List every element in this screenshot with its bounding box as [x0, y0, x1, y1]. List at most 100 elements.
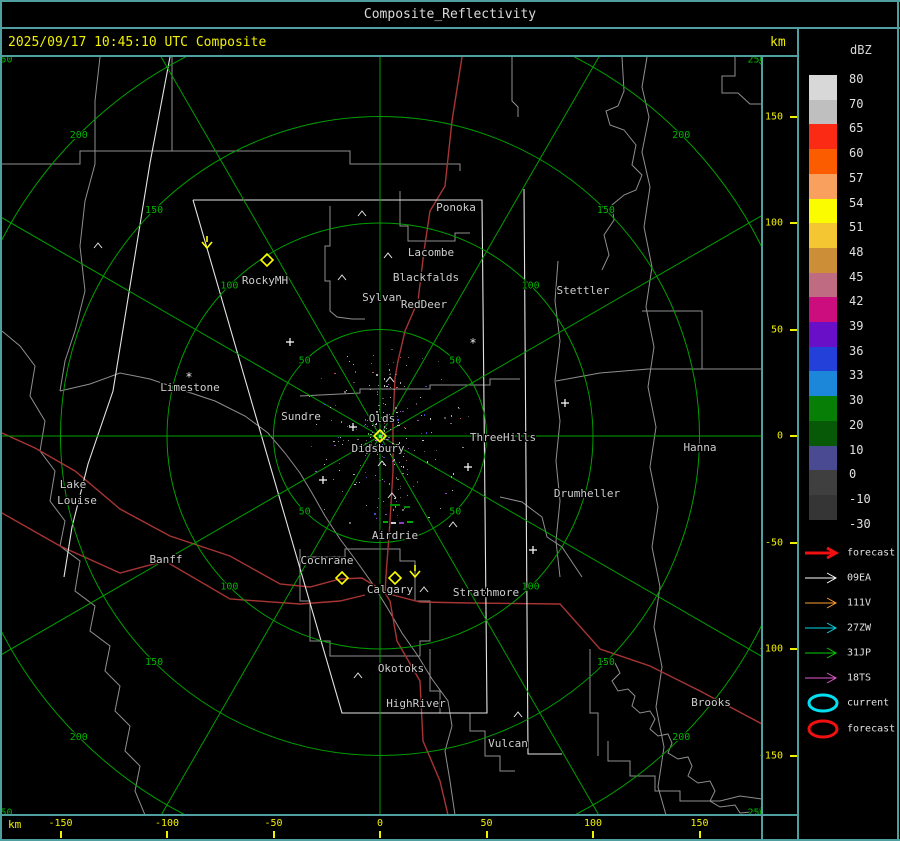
bottom-distance-axis: km -150 -100 -50 0 50 100 150: [0, 816, 798, 839]
colorbar-label: 60: [849, 146, 864, 161]
colorbar-block-48: [809, 247, 837, 274]
radar-echo-speckle: [417, 481, 418, 483]
radar-echo-speckle: [341, 421, 342, 423]
map-boundary-line: [399, 191, 470, 242]
map-boundary-line: [299, 378, 520, 397]
colorbar-label: 36: [849, 343, 864, 358]
radar-echo-speckle: [382, 479, 383, 480]
radar-echo-speckle: [380, 439, 381, 440]
radar-echo-speckle: [388, 384, 389, 385]
bottom-axis-tick-label: 0: [376, 818, 384, 829]
radar-echo-speckle: [324, 509, 325, 510]
city-label: RockyMH: [242, 274, 288, 287]
map-boundary-line: [172, 150, 461, 171]
legend-arrow-icon: [803, 643, 847, 667]
radar-echo-speckle: [445, 493, 447, 494]
radar-echo-speckle: [334, 373, 336, 374]
range-ring-label: 150: [145, 657, 163, 668]
city-label: Hanna: [683, 441, 716, 454]
asterisk-marker: *: [469, 336, 476, 350]
radar-echo-speckle: [369, 385, 370, 386]
radar-echo-speckle: [452, 490, 453, 491]
radar-echo-speckle: [344, 391, 346, 393]
legend-label: 27ZW: [847, 622, 872, 634]
radar-echo-speckle: [356, 429, 357, 430]
legend-arrow-icon: [803, 668, 847, 692]
radar-echo-speckle: [386, 428, 387, 429]
radar-echo-speckle: [349, 425, 350, 426]
city-label: HighRiver: [386, 697, 446, 710]
radar-echo-speckle: [398, 425, 400, 426]
radar-echo-speckle: [378, 405, 380, 406]
city-label: Banff: [149, 553, 182, 566]
range-ring-label: 250: [2, 57, 12, 65]
radar-echo-speckle: [396, 387, 398, 388]
ellipse-icon: [807, 719, 839, 739]
radar-echo-speckle: [324, 404, 325, 405]
radar-echo-speckle: [403, 466, 404, 468]
radar-echo-speckle: [330, 407, 331, 408]
radar-echo-speckle: [396, 501, 397, 502]
bottom-axis-tick-label: 150: [690, 818, 709, 829]
radar-echo-speckle: [395, 506, 396, 507]
radar-echo-speckle: [372, 372, 374, 373]
radar-echo-speckle: [427, 461, 428, 463]
radar-echo-speckle: [396, 477, 397, 479]
radar-echo-speckle: [389, 369, 390, 371]
arrow-icon: [805, 546, 840, 560]
caret-marker: [337, 274, 347, 281]
legend-item-forecast: forecast: [799, 543, 898, 563]
radar-echo-speckle: [370, 434, 372, 435]
city-label: Calgary: [367, 583, 414, 596]
radar-echo-speckle: [417, 420, 419, 421]
map-bottom-border-line: [0, 814, 798, 816]
radar-echo-speckle: [339, 463, 340, 464]
colorbar-label: 10: [849, 442, 864, 457]
radar-echo-speckle: [383, 403, 384, 404]
radar-echo-speckle: [399, 462, 400, 463]
city-label: Ponoka: [436, 201, 476, 214]
radar-echo-speckle: [374, 513, 376, 515]
ellipse-icon: [807, 693, 839, 713]
radar-echo-speckle: [390, 373, 391, 374]
range-ring-label: 150: [145, 205, 163, 216]
radar-viewer-window: Composite_Reflectivity 2025/09/17 10:45:…: [0, 0, 900, 841]
radar-echo-speckle: [365, 455, 366, 456]
radar-map-canvas[interactable]: 50 50 50 50 100 100 100 100 150 150 150 150 200 200 20…: [2, 57, 761, 814]
radar-echo-speckle: [355, 371, 356, 373]
radar-echo-speckle: [420, 397, 421, 398]
legend-arrow-icon: [803, 618, 847, 642]
radar-echo-speckle: [335, 405, 336, 406]
radar-echo-speckle: [379, 480, 381, 481]
range-ring-label: 100: [522, 280, 540, 291]
range-ring-label: 200: [70, 130, 88, 141]
city-label: Vulcan: [488, 737, 528, 750]
radar-echo-speckle: [365, 424, 366, 425]
radar-echo-speckle: [390, 429, 391, 430]
radar-echo-speckle: [374, 426, 376, 427]
range-ring-label: 150: [597, 205, 615, 216]
radar-map-svg: 50 50 50 50 100 100 100 100 150 150 150 150 200 200 20…: [2, 57, 761, 814]
radar-echo-speckle: [397, 425, 398, 426]
scale-legend-panel: dBZ 80 70 65 60 57 54 51 48 45 42 39 36 33 30 20 10 0 -10…: [799, 29, 898, 839]
right-axis-tick-label: 50: [770, 324, 783, 335]
map-boundary-line: [601, 57, 643, 271]
radar-echo-dash: [383, 521, 388, 523]
colorbar-label: 70: [849, 96, 864, 111]
radar-echo-speckle: [377, 394, 378, 395]
range-ring-label: 250: [748, 57, 761, 65]
legend-arrow-icon: [803, 568, 847, 592]
radar-echo-speckle: [347, 426, 348, 427]
frame-left-line: [0, 0, 2, 841]
radar-echo-speckle: [384, 439, 385, 440]
map-boundary-line: [2, 57, 173, 165]
radar-echo-speckle: [458, 408, 460, 409]
legend-item-forecast: forecast: [799, 719, 898, 739]
panel-left-border-line: [797, 27, 799, 841]
radar-echo-speckle: [398, 489, 399, 490]
radar-echo-speckle: [450, 423, 452, 424]
radar-echo-speckle: [424, 451, 425, 452]
radar-echo-speckle: [393, 362, 394, 363]
radar-echo-speckle: [309, 396, 310, 397]
radar-echo-speckle: [316, 424, 317, 425]
